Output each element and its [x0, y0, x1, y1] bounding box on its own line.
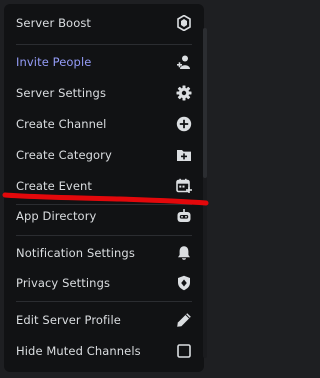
scrollbar-thumb[interactable] — [203, 28, 207, 178]
gear-icon — [176, 85, 192, 101]
menu-item-hide-muted-channels[interactable]: Hide Muted Channels — [10, 338, 198, 364]
folder-plus-icon — [176, 147, 192, 163]
menu-item-app-directory[interactable]: App Directory — [10, 203, 198, 229]
menu-item-server-settings[interactable]: Server Settings — [10, 80, 198, 106]
menu-item-notification-settings[interactable]: Notification Settings — [10, 240, 198, 266]
menu-item-create-event[interactable]: Create Event — [10, 173, 198, 199]
menu-divider — [16, 301, 192, 302]
menu-item-label: Invite People — [16, 55, 92, 69]
robot-icon — [176, 208, 192, 224]
menu-item-label: Privacy Settings — [16, 276, 111, 290]
menu-item-create-channel[interactable]: Create Channel — [10, 111, 198, 137]
menu-item-create-category[interactable]: Create Category — [10, 142, 198, 168]
shield-icon — [176, 275, 192, 291]
menu-item-edit-server-profile[interactable]: Edit Server Profile — [10, 307, 198, 333]
menu-item-label: Create Category — [16, 148, 112, 162]
menu-item-label: Create Channel — [16, 117, 107, 131]
menu-item-label: Create Event — [16, 179, 93, 193]
menu-scrollbar[interactable] — [203, 28, 207, 358]
server-context-menu: Server Boost Invite People Server Settin… — [4, 4, 207, 372]
plus-circle-icon — [176, 116, 192, 132]
bell-icon — [176, 245, 192, 261]
menu-item-server-boost[interactable]: Server Boost — [10, 10, 198, 36]
pencil-icon — [176, 312, 192, 328]
menu-item-label: App Directory — [16, 209, 97, 223]
person-add-icon — [176, 54, 192, 70]
menu-item-label: Server Boost — [16, 16, 92, 30]
calendar-plus-icon — [176, 178, 192, 194]
menu-item-label: Edit Server Profile — [16, 313, 121, 327]
menu-item-label: Server Settings — [16, 86, 107, 100]
menu-divider — [16, 44, 192, 45]
menu-divider — [16, 235, 192, 236]
menu-item-privacy-settings[interactable]: Privacy Settings — [10, 270, 198, 296]
boost-gem-icon — [176, 15, 192, 31]
menu-item-label: Notification Settings — [16, 246, 135, 260]
menu-item-invite-people[interactable]: Invite People — [10, 49, 198, 75]
checkbox-icon[interactable] — [176, 343, 192, 359]
menu-item-label: Hide Muted Channels — [16, 344, 141, 358]
